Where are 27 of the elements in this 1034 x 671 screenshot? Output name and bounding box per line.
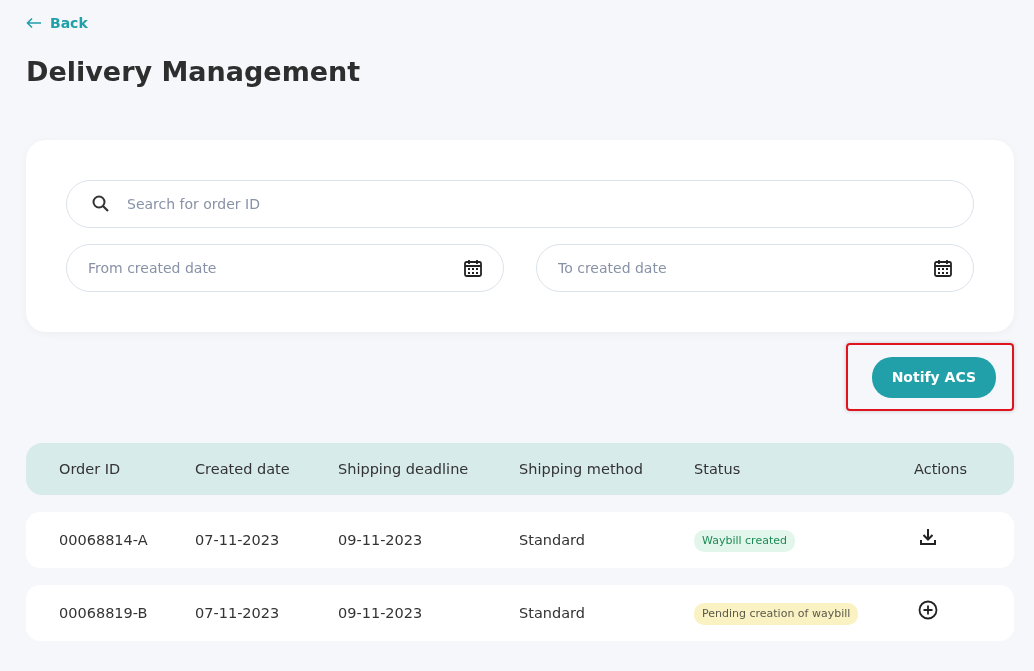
status-badge: Pending creation of waybill — [694, 602, 859, 626]
table-cell-text: 00068814-A — [59, 530, 149, 550]
column-header: Shipping method — [519, 459, 644, 479]
table-cell-text: Standard — [519, 603, 586, 623]
notify-button[interactable]: Notify ACS — [871, 357, 996, 399]
column-header: Created date — [195, 459, 291, 479]
table-cell-text: 07-11-2023 — [195, 603, 281, 623]
calendar-icon[interactable] — [933, 258, 953, 279]
calendar-icon[interactable] — [463, 258, 483, 279]
table-cell-text: 00068819-B — [59, 603, 149, 623]
download-icon[interactable] — [918, 527, 938, 547]
column-header: Shipping deadline — [338, 459, 470, 479]
page-title: Delivery Management — [26, 56, 362, 89]
table-cell-text: 07-11-2023 — [195, 530, 281, 550]
table-cell-text: 09-11-2023 — [338, 603, 424, 623]
table-cell-text: Standard — [519, 530, 586, 550]
column-header: Status — [694, 459, 742, 479]
search-field[interactable]: Search for order ID — [66, 180, 974, 229]
column-header: Order ID — [59, 459, 122, 479]
arrow-left-icon — [26, 17, 42, 29]
date-field[interactable]: From created date — [66, 244, 504, 293]
plus-circle-icon[interactable] — [918, 600, 938, 620]
status-badge: Waybill created — [694, 529, 795, 553]
column-header: Actions — [914, 459, 968, 479]
table-cell-text: 09-11-2023 — [338, 530, 424, 550]
date-field[interactable]: To created date — [536, 244, 974, 293]
back-link[interactable]: Back — [26, 12, 88, 34]
